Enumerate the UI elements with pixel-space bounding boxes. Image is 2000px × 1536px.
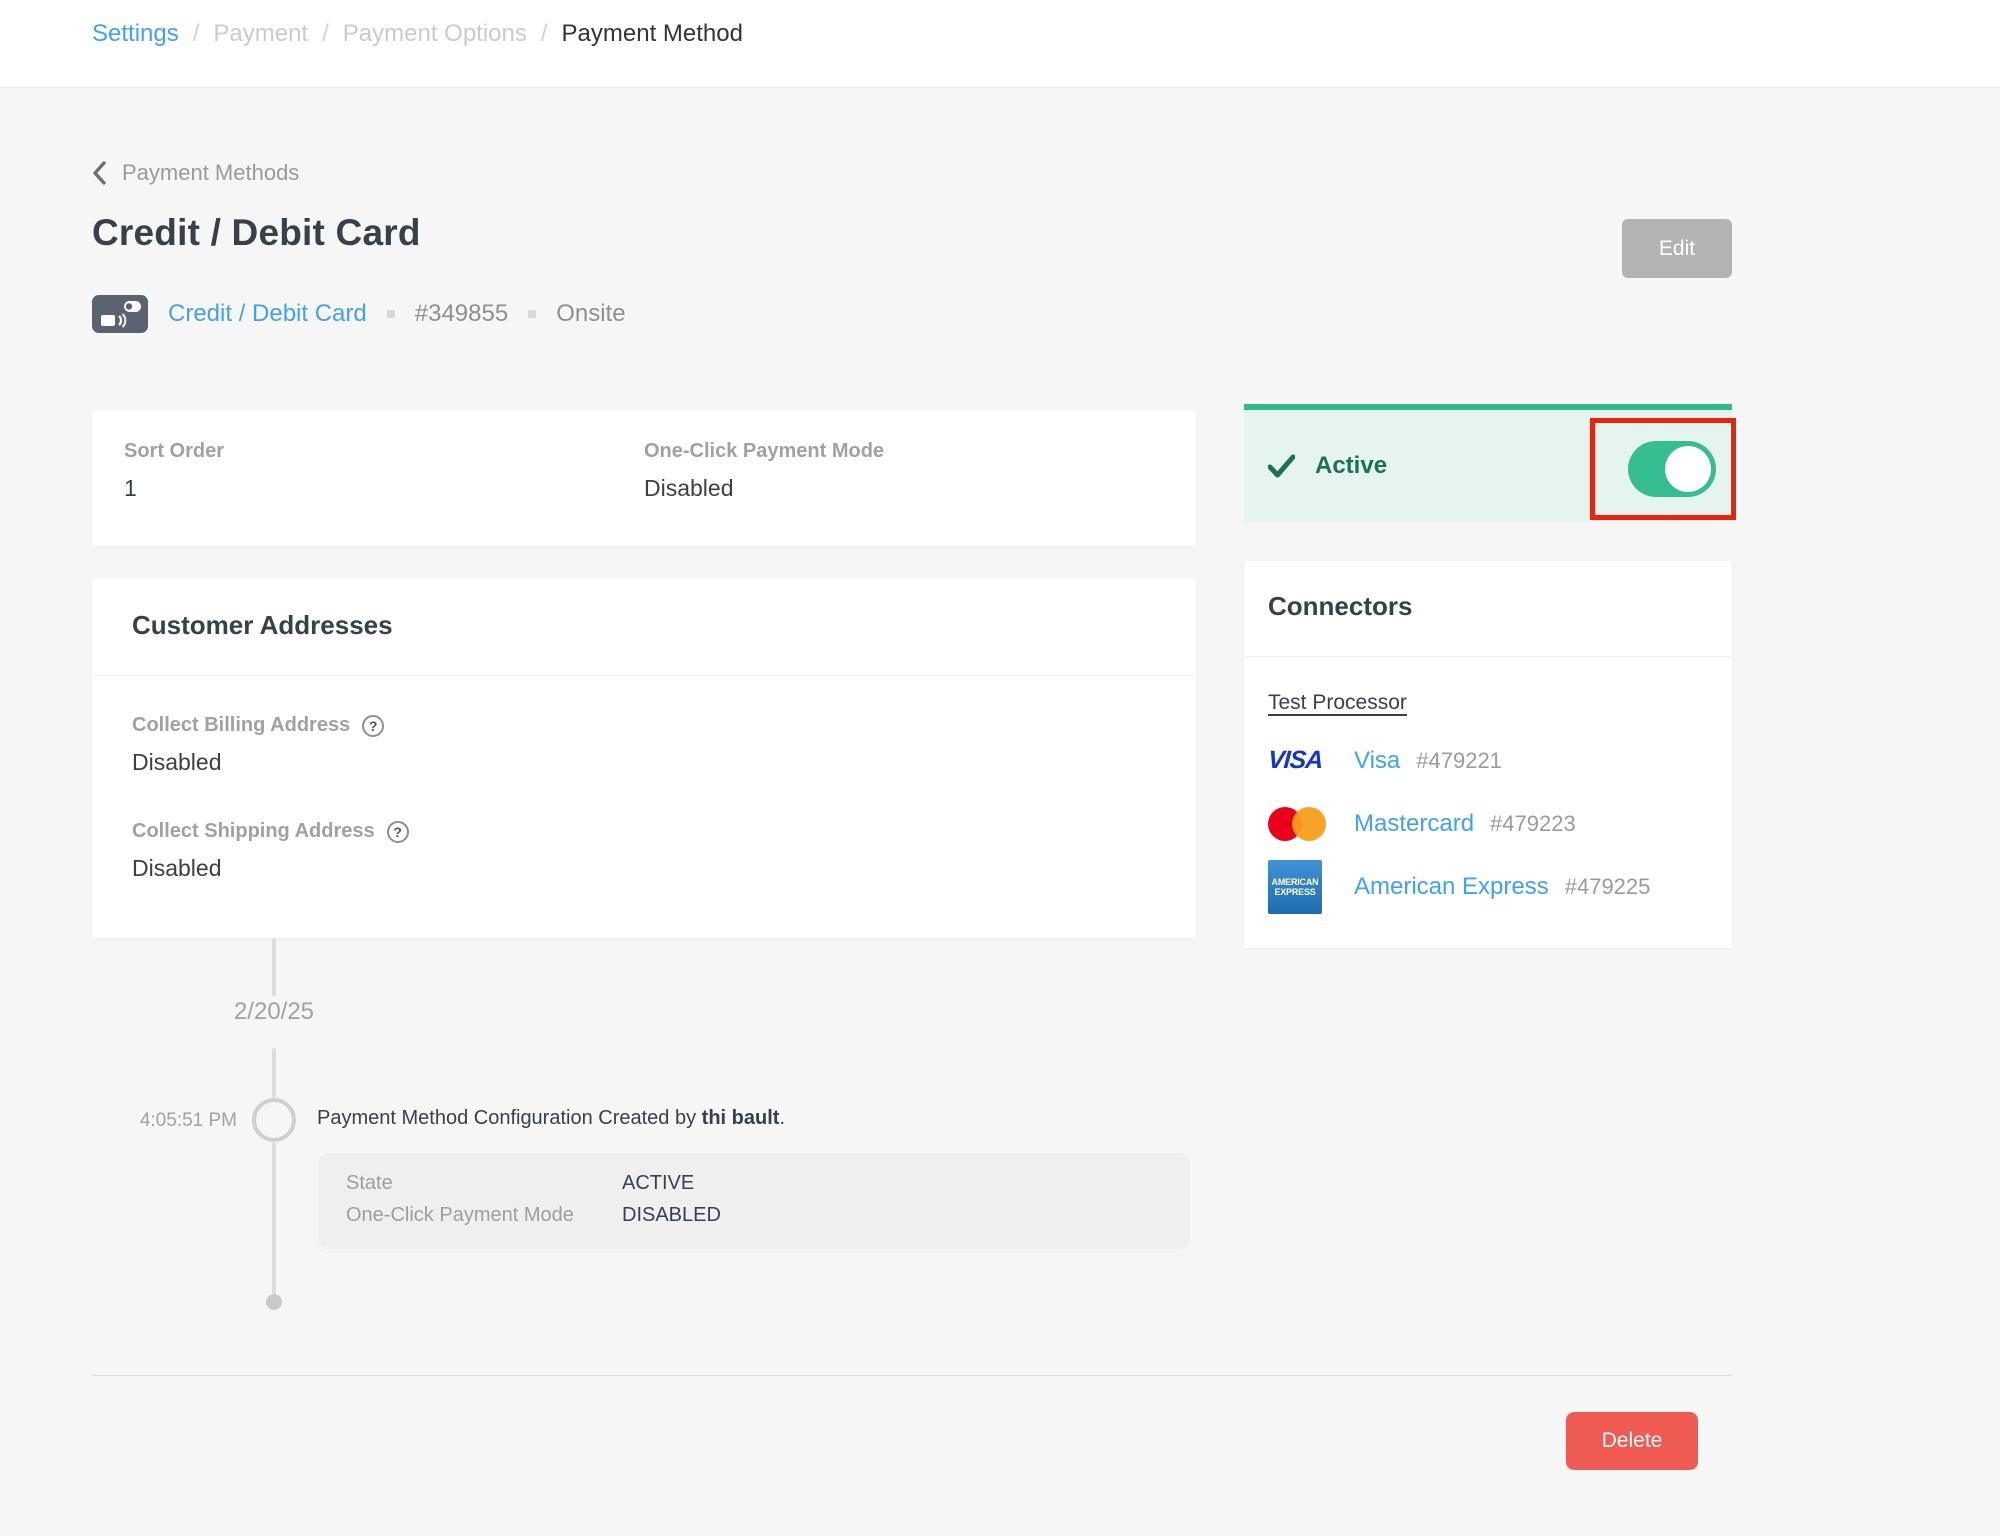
toggle-knob	[1665, 446, 1711, 492]
mastercard-link[interactable]: Mastercard	[1354, 810, 1474, 838]
payment-method-id: #349855	[415, 300, 508, 328]
connector-row-amex: AMERICAN EXPRESS American Express #47922…	[1244, 855, 1732, 918]
divider	[92, 675, 1196, 676]
back-link[interactable]: Payment Methods	[92, 160, 299, 186]
one-click-mode-value: Disabled	[644, 475, 1164, 502]
detail-one-click-value: DISABLED	[622, 1204, 1190, 1227]
timeline-line	[272, 1142, 276, 1294]
breadcrumb-payment: Payment	[213, 20, 308, 48]
detail-one-click-label: One-Click Payment Mode	[346, 1204, 622, 1227]
back-link-label: Payment Methods	[122, 160, 299, 186]
amex-wordmark-line2: EXPRESS	[1274, 887, 1315, 897]
test-processor-link[interactable]: Test Processor	[1268, 691, 1407, 715]
connector-row-mastercard: Mastercard #479223	[1244, 792, 1732, 855]
event-text-prefix: Payment Method Configuration Created by	[317, 1107, 702, 1129]
timeline-event-marker	[252, 1098, 296, 1142]
customer-addresses-title: Customer Addresses	[92, 578, 1196, 641]
payment-method-meta: Credit / Debit Card #349855 Onsite	[92, 292, 626, 336]
one-click-mode-field: One-Click Payment Mode Disabled	[644, 440, 1164, 516]
edit-button[interactable]: Edit	[1622, 219, 1732, 278]
shipping-address-label: Collect Shipping Address ?	[132, 820, 1156, 843]
visa-link[interactable]: Visa	[1354, 747, 1400, 775]
timeline-event-time: 4:05:51 PM	[57, 1110, 237, 1132]
separator-square	[528, 310, 536, 318]
delete-button[interactable]: Delete	[1566, 1412, 1698, 1470]
shipping-address-field: Collect Shipping Address ? Disabled	[132, 820, 1156, 882]
connectors-card: Connectors Test Processor VISA Visa #479…	[1244, 561, 1732, 948]
separator-square	[387, 310, 395, 318]
checkmark-icon	[1268, 454, 1295, 478]
breadcrumb-payment-options: Payment Options	[343, 20, 527, 48]
sort-order-value: 1	[124, 475, 644, 502]
active-status-panel: Active	[1244, 404, 1732, 522]
payment-method-page: Settings / Payment / Payment Options / P…	[0, 0, 2000, 1536]
sort-order-label: Sort Order	[124, 440, 644, 463]
timeline-event-details: State ACTIVE One-Click Payment Mode DISA…	[318, 1153, 1190, 1249]
sort-order-field: Sort Order 1	[124, 440, 644, 516]
detail-state-label: State	[346, 1172, 622, 1195]
divider	[1244, 656, 1732, 657]
timeline-event-text: Payment Method Configuration Created by …	[317, 1107, 785, 1130]
chevron-left-icon	[92, 161, 106, 185]
top-bar: Settings / Payment / Payment Options / P…	[0, 0, 2000, 88]
visa-id: #479221	[1416, 748, 1502, 774]
connector-row-visa: VISA Visa #479221	[1244, 729, 1732, 792]
payment-method-channel: Onsite	[556, 300, 625, 328]
timeline-line	[272, 938, 276, 996]
billing-address-label-text: Collect Billing Address	[132, 714, 350, 737]
one-click-mode-label: One-Click Payment Mode	[644, 440, 1164, 463]
visa-wordmark: VISA	[1267, 746, 1323, 775]
timeline-date: 2/20/25	[164, 998, 384, 1026]
event-actor: thi bault	[702, 1107, 780, 1129]
help-icon[interactable]: ?	[387, 821, 409, 843]
amex-wordmark-line1: AMERICAN	[1272, 877, 1319, 887]
page-title: Credit / Debit Card	[92, 212, 421, 254]
breadcrumb-separator: /	[322, 20, 329, 48]
breadcrumb-settings[interactable]: Settings	[92, 20, 179, 48]
event-text-suffix: .	[779, 1107, 785, 1129]
breadcrumb-separator: /	[541, 20, 548, 48]
billing-address-value: Disabled	[132, 749, 1156, 776]
breadcrumb-separator: /	[193, 20, 200, 48]
amex-link[interactable]: American Express	[1354, 873, 1549, 901]
credit-card-icon	[92, 295, 148, 333]
visa-logo-icon: VISA	[1268, 746, 1354, 775]
breadcrumb-payment-method: Payment Method	[562, 20, 743, 48]
help-icon[interactable]: ?	[362, 715, 384, 737]
payment-method-link[interactable]: Credit / Debit Card	[168, 300, 367, 328]
shipping-address-value: Disabled	[132, 855, 1156, 882]
timeline-line	[272, 1048, 276, 1098]
connector-list: VISA Visa #479221 Mastercard #479223	[1244, 729, 1732, 918]
summary-card: Sort Order 1 One-Click Payment Mode Disa…	[92, 410, 1196, 546]
amex-id: #479225	[1565, 874, 1651, 900]
mastercard-logo-icon	[1268, 807, 1354, 841]
active-status-label: Active	[1315, 452, 1387, 480]
timeline-end-dot	[266, 1294, 282, 1310]
billing-address-label: Collect Billing Address ?	[132, 714, 1156, 737]
billing-address-field: Collect Billing Address ? Disabled	[132, 714, 1156, 776]
customer-addresses-card: Customer Addresses Collect Billing Addre…	[92, 578, 1196, 938]
connectors-title: Connectors	[1244, 561, 1732, 622]
detail-state-value: ACTIVE	[622, 1172, 1190, 1195]
shipping-address-label-text: Collect Shipping Address	[132, 820, 375, 843]
breadcrumb: Settings / Payment / Payment Options / P…	[92, 20, 743, 48]
mastercard-id: #479223	[1490, 811, 1576, 837]
bottom-divider	[92, 1375, 1732, 1376]
active-toggle[interactable]	[1628, 441, 1716, 497]
amex-logo-icon: AMERICAN EXPRESS	[1268, 860, 1354, 914]
